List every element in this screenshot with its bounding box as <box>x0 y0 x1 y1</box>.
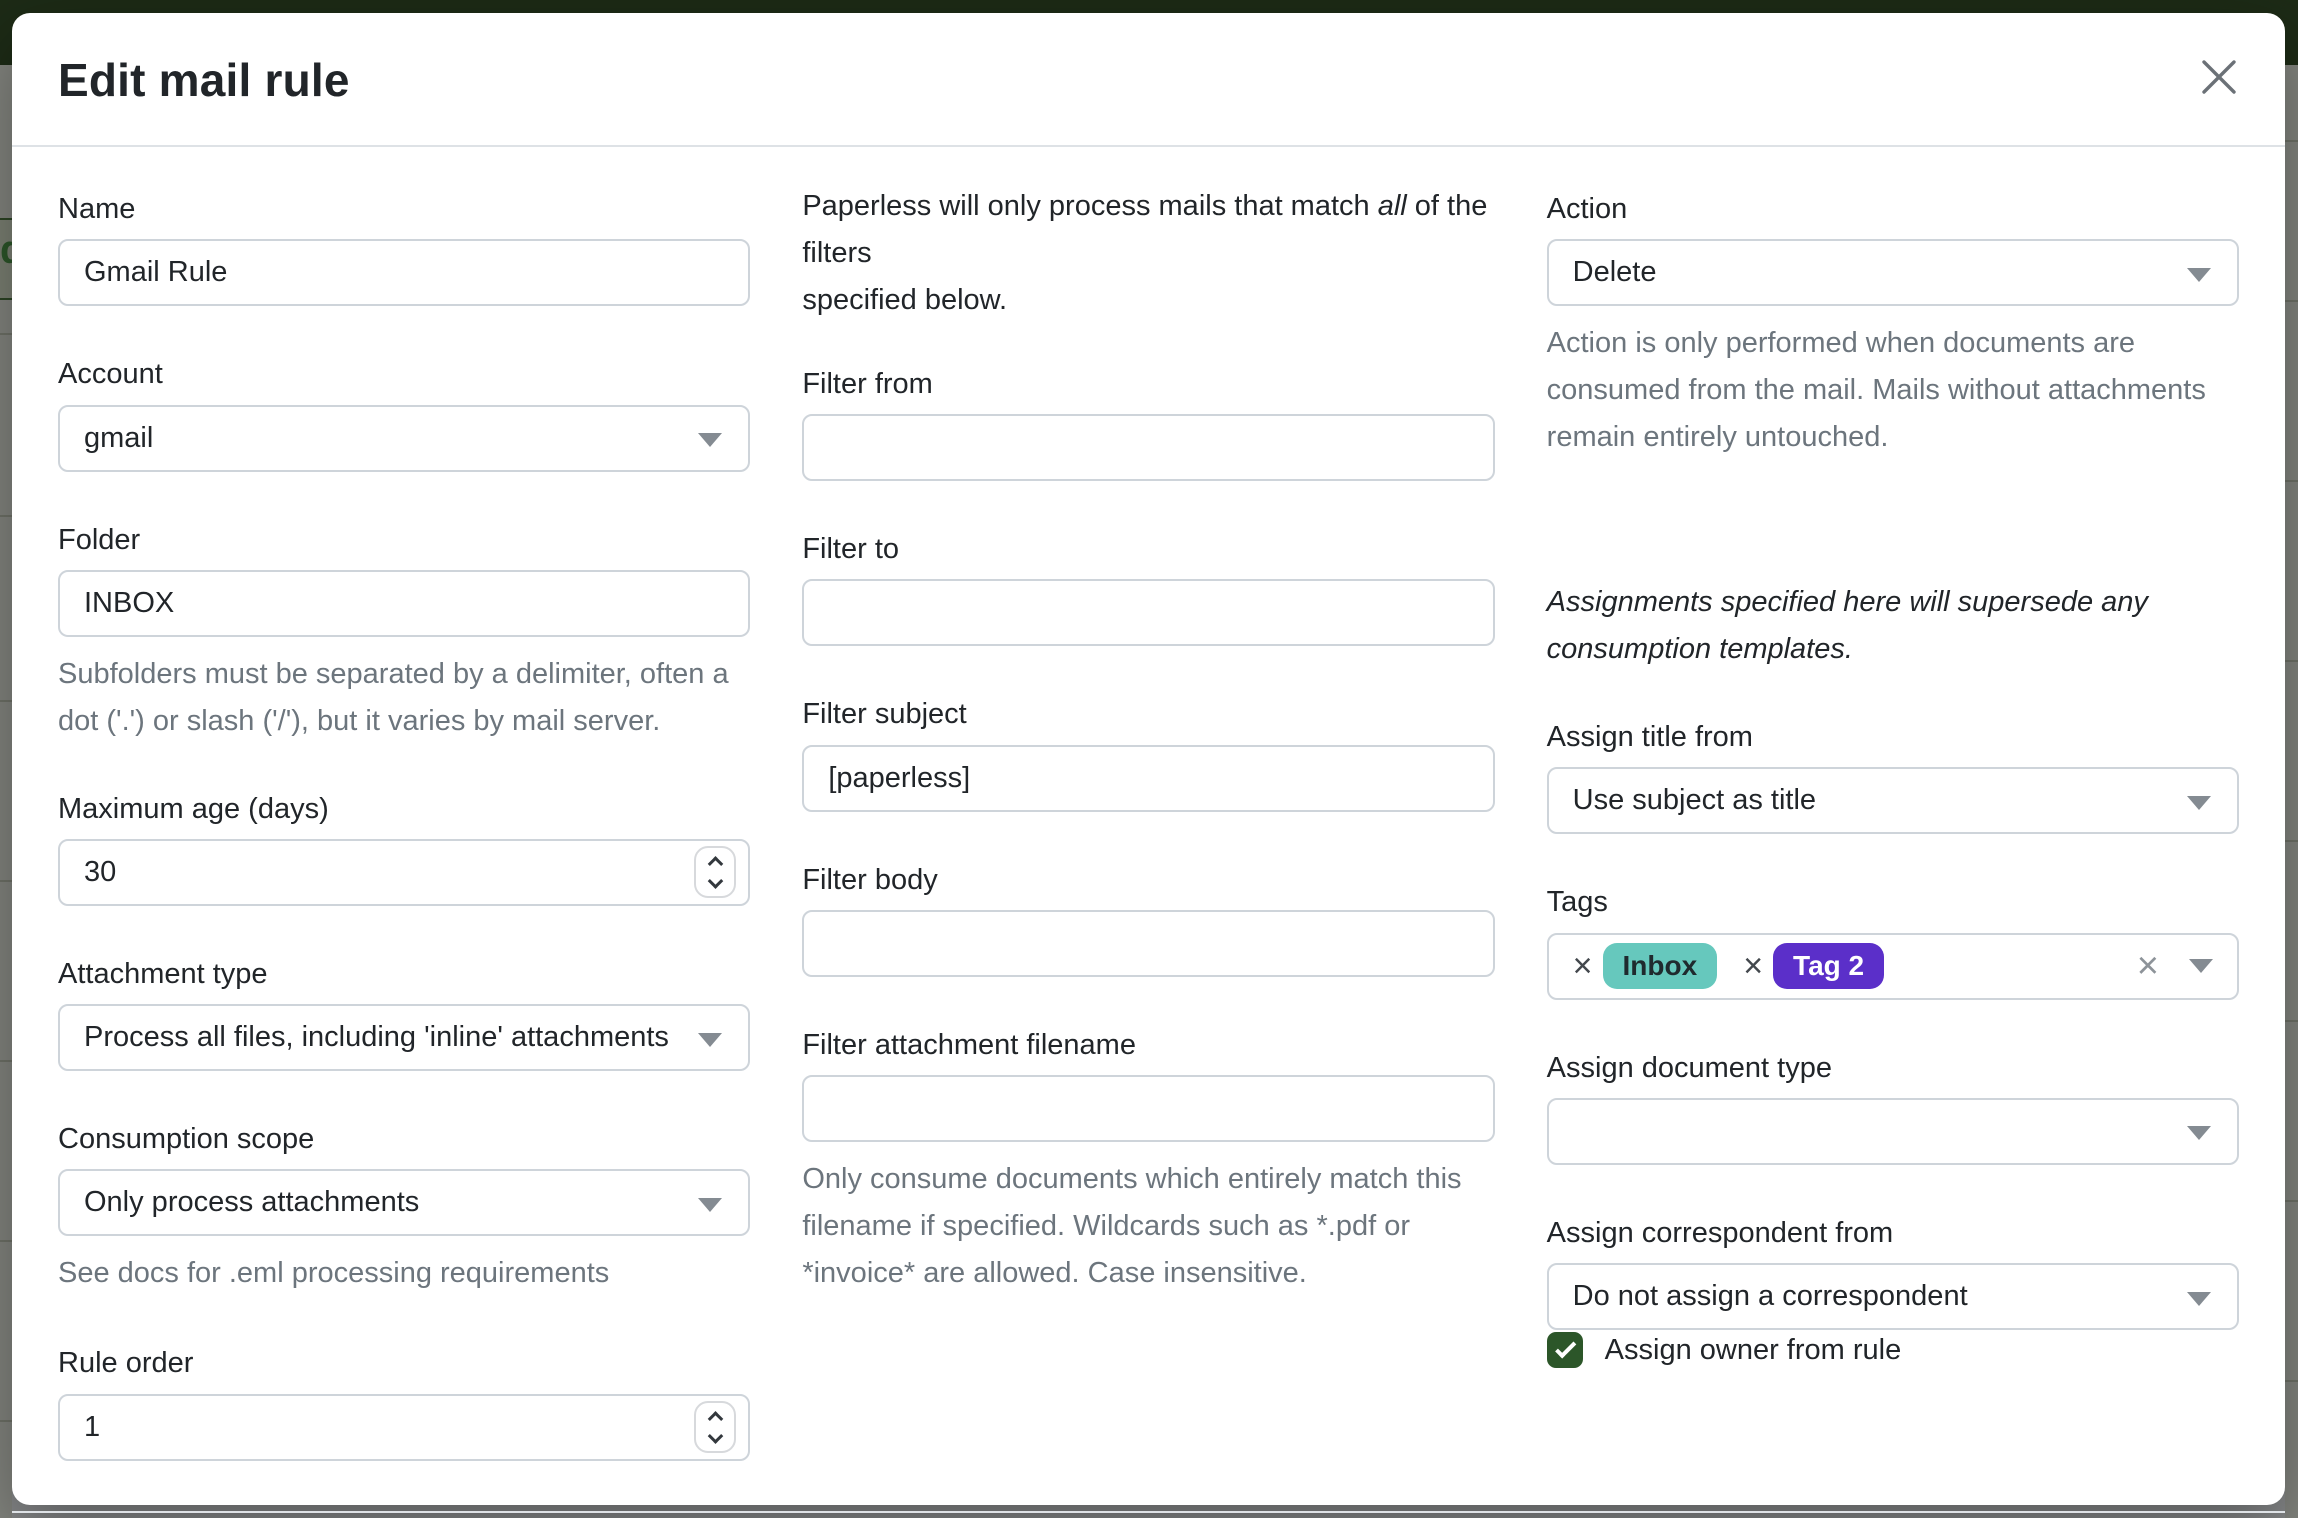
rule-order-group: Rule order <box>58 1345 750 1460</box>
stepper-up-icon[interactable] <box>708 856 724 872</box>
backdrop-right-sliver <box>2285 65 2298 1518</box>
tag-pill-tag-2: Tag 2 <box>1773 943 1884 989</box>
account-select[interactable]: gmail <box>58 405 750 472</box>
filter-subject-label: Filter subject <box>802 696 1494 732</box>
attachment-type-group: Attachment type Process all files, inclu… <box>58 956 750 1071</box>
chevron-down-icon <box>2187 1292 2211 1306</box>
tag-pill-inbox: Inbox <box>1603 943 1718 989</box>
close-button[interactable] <box>2189 47 2249 107</box>
chevron-down-icon <box>2187 268 2211 282</box>
assign-correspondent-from-label: Assign correspondent from <box>1547 1215 2239 1251</box>
remove-tag-inbox-button[interactable]: × <box>1573 949 1593 983</box>
dialog-header: Edit mail rule <box>12 13 2285 147</box>
assign-title-from-label: Assign title from <box>1547 719 2239 755</box>
max-age-input[interactable] <box>58 839 750 906</box>
consumption-scope-select[interactable]: Only process attachments <box>58 1169 750 1236</box>
attachment-type-label: Attachment type <box>58 956 750 992</box>
rule-order-label: Rule order <box>58 1345 750 1381</box>
folder-input[interactable] <box>58 570 750 637</box>
assign-correspondent-from-selected-value: Do not assign a correspondent <box>1573 1280 1968 1313</box>
action-help-text: Action is only performed when documents … <box>1547 320 2239 461</box>
clear-tags-button[interactable]: × <box>2137 947 2159 985</box>
assign-owner-checkbox[interactable] <box>1547 1332 1583 1368</box>
filter-from-group: Filter from <box>802 366 1494 481</box>
chevron-down-icon <box>2187 796 2211 810</box>
assign-correspondent-from-select[interactable]: Do not assign a correspondent <box>1547 1263 2239 1330</box>
filter-body-input[interactable] <box>802 910 1494 977</box>
filter-attachment-filename-group: Filter attachment filename Only consume … <box>802 1027 1494 1297</box>
filter-from-label: Filter from <box>802 366 1494 402</box>
filter-body-group: Filter body <box>802 862 1494 977</box>
action-label: Action <box>1547 191 2239 227</box>
dialog-footer: Cancel Save <box>12 1511 2285 1518</box>
filter-attachment-filename-input[interactable] <box>802 1075 1494 1142</box>
filter-to-group: Filter to <box>802 531 1494 646</box>
account-group: Account gmail <box>58 356 750 471</box>
chevron-down-icon <box>698 1198 722 1212</box>
rule-order-input[interactable] <box>58 1394 750 1461</box>
assign-document-type-label: Assign document type <box>1547 1050 2239 1086</box>
column-filters: Paperless will only process mails that m… <box>802 191 1494 1511</box>
chevron-down-icon <box>698 1033 722 1047</box>
filter-attachment-filename-help-text: Only consume documents which entirely ma… <box>802 1156 1494 1297</box>
name-label: Name <box>58 191 750 227</box>
dialog-title: Edit mail rule <box>58 53 2239 107</box>
assign-title-from-selected-value: Use subject as title <box>1573 784 1816 817</box>
max-age-group: Maximum age (days) <box>58 791 750 906</box>
tags-label: Tags <box>1547 884 2239 920</box>
account-label: Account <box>58 356 750 392</box>
stepper-down-icon[interactable] <box>708 1428 724 1444</box>
attachment-type-select[interactable]: Process all files, including 'inline' at… <box>58 1004 750 1071</box>
backdrop-left-sliver: d <box>0 65 12 1518</box>
assign-title-from-select[interactable]: Use subject as title <box>1547 767 2239 834</box>
folder-group: Folder Subfolders must be separated by a… <box>58 522 750 745</box>
assign-owner-label: Assign owner from rule <box>1605 1334 1902 1367</box>
consumption-scope-selected-value: Only process attachments <box>84 1186 419 1219</box>
stepper-up-icon[interactable] <box>708 1411 724 1427</box>
chevron-down-icon[interactable] <box>2189 959 2213 973</box>
dialog-body: Name Account gmail Folder Subfolders mus… <box>12 147 2285 1511</box>
filter-body-label: Filter body <box>802 862 1494 898</box>
filters-intro-text: Paperless will only process mails that m… <box>802 183 1494 324</box>
filter-to-input[interactable] <box>802 579 1494 646</box>
assign-document-type-select[interactable] <box>1547 1098 2239 1165</box>
attachment-type-selected-value: Process all files, including 'inline' at… <box>84 1021 669 1054</box>
checkmark-icon <box>1555 1337 1576 1358</box>
max-age-stepper[interactable] <box>694 846 736 898</box>
tags-group: Tags × Inbox × Tag 2 × <box>1547 884 2239 999</box>
consumption-scope-label: Consumption scope <box>58 1121 750 1157</box>
stepper-down-icon[interactable] <box>708 873 724 889</box>
folder-label: Folder <box>58 522 750 558</box>
name-input[interactable] <box>58 239 750 306</box>
edit-mail-rule-dialog: Edit mail rule Name Account gmail <box>12 13 2285 1505</box>
column-general: Name Account gmail Folder Subfolders mus… <box>58 191 750 1511</box>
consumption-scope-help-text: See docs for .eml processing requirement… <box>58 1250 750 1297</box>
action-selected-value: Delete <box>1573 256 1657 289</box>
filter-from-input[interactable] <box>802 414 1494 481</box>
name-group: Name <box>58 191 750 306</box>
account-selected-value: gmail <box>84 422 153 455</box>
remove-tag-2-button[interactable]: × <box>1743 949 1763 983</box>
assign-correspondent-from-group: Assign correspondent from Do not assign … <box>1547 1215 2239 1330</box>
action-select[interactable]: Delete <box>1547 239 2239 306</box>
assign-title-from-group: Assign title from Use subject as title <box>1547 719 2239 834</box>
action-group: Action Delete Action is only performed w… <box>1547 191 2239 461</box>
folder-help-text: Subfolders must be separated by a delimi… <box>58 651 750 745</box>
assignments-note: Assignments specified here will supersed… <box>1547 579 2239 673</box>
filter-subject-group: Filter subject <box>802 696 1494 811</box>
assign-document-type-group: Assign document type <box>1547 1050 2239 1165</box>
filter-subject-input[interactable] <box>802 745 1494 812</box>
filter-attachment-filename-label: Filter attachment filename <box>802 1027 1494 1063</box>
max-age-label: Maximum age (days) <box>58 791 750 827</box>
tags-select[interactable]: × Inbox × Tag 2 × <box>1547 933 2239 1000</box>
column-action-assignments: Action Delete Action is only performed w… <box>1547 191 2239 1511</box>
rule-order-stepper[interactable] <box>694 1401 736 1453</box>
consumption-scope-group: Consumption scope Only process attachmen… <box>58 1121 750 1297</box>
chevron-down-icon <box>698 433 722 447</box>
chevron-down-icon <box>2187 1126 2211 1140</box>
close-icon <box>2200 58 2238 96</box>
assign-owner-from-rule-row[interactable]: Assign owner from rule <box>1547 1332 2239 1368</box>
filter-to-label: Filter to <box>802 531 1494 567</box>
